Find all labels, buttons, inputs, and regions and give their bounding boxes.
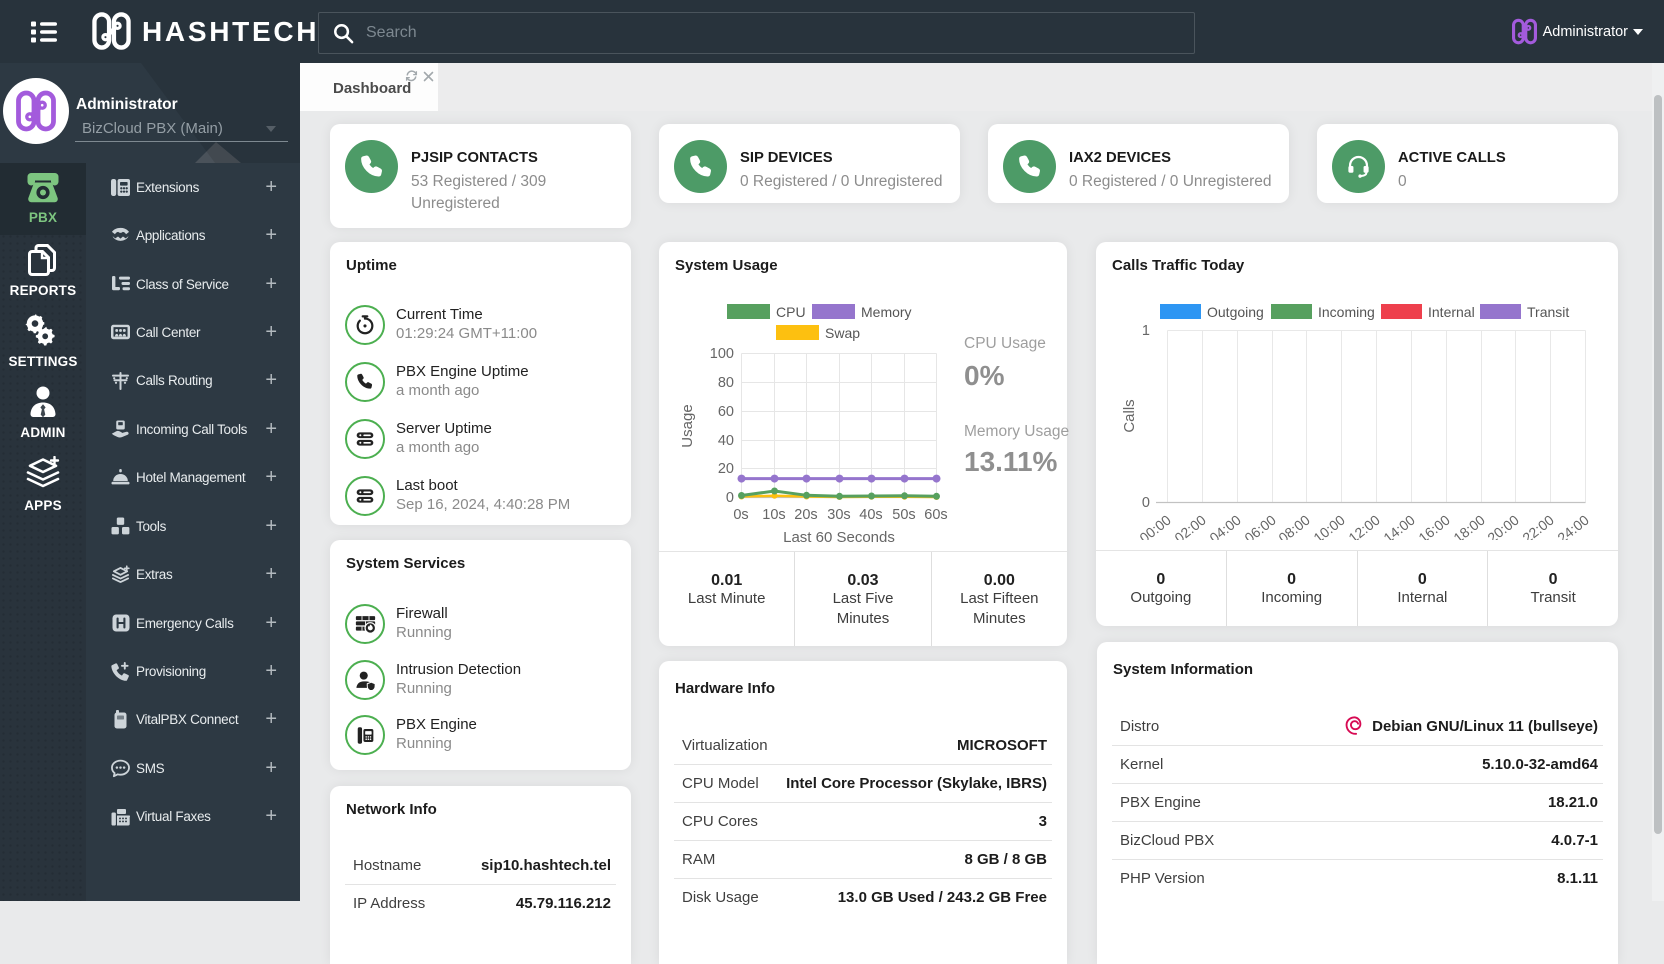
svg-text:16:00: 16:00 (1415, 512, 1453, 540)
svg-text:02:00: 02:00 (1171, 512, 1209, 540)
svg-text:Usage: Usage (679, 404, 696, 447)
svg-text:0: 0 (726, 490, 734, 506)
svg-text:20s: 20s (794, 507, 817, 523)
svg-text:Memory: Memory (861, 304, 912, 320)
svg-text:100: 100 (710, 346, 734, 362)
svg-text:0: 0 (1142, 495, 1150, 511)
svg-text:18:00: 18:00 (1450, 512, 1488, 540)
svg-text:08:00: 08:00 (1275, 512, 1313, 540)
svg-text:10:00: 10:00 (1310, 512, 1348, 540)
svg-text:CPU: CPU (776, 304, 806, 320)
svg-text:40: 40 (718, 433, 734, 449)
svg-text:50s: 50s (892, 507, 915, 523)
svg-text:Internal: Internal (1428, 304, 1475, 320)
svg-text:20:00: 20:00 (1484, 512, 1522, 540)
svg-text:24:00: 24:00 (1554, 512, 1592, 540)
svg-text:22:00: 22:00 (1519, 512, 1557, 540)
svg-text:0s: 0s (733, 507, 748, 523)
svg-text:Swap: Swap (825, 325, 860, 341)
svg-text:Calls: Calls (1121, 399, 1138, 432)
svg-text:30s: 30s (827, 507, 850, 523)
svg-text:14:00: 14:00 (1380, 512, 1418, 540)
svg-text:10s: 10s (762, 507, 785, 523)
svg-text:60s: 60s (924, 507, 947, 523)
svg-text:Last 60 Seconds: Last 60 Seconds (783, 529, 895, 546)
svg-text:04:00: 04:00 (1206, 512, 1244, 540)
svg-text:40s: 40s (859, 507, 882, 523)
svg-text:1: 1 (1142, 323, 1150, 339)
svg-text:80: 80 (718, 375, 734, 391)
svg-text:06:00: 06:00 (1241, 512, 1279, 540)
svg-text:00:00: 00:00 (1136, 512, 1174, 540)
svg-text:Outgoing: Outgoing (1207, 304, 1264, 320)
svg-text:20: 20 (718, 461, 734, 477)
svg-text:60: 60 (718, 404, 734, 420)
svg-text:Transit: Transit (1527, 304, 1569, 320)
svg-text:12:00: 12:00 (1345, 512, 1383, 540)
svg-text:Incoming: Incoming (1318, 304, 1375, 320)
